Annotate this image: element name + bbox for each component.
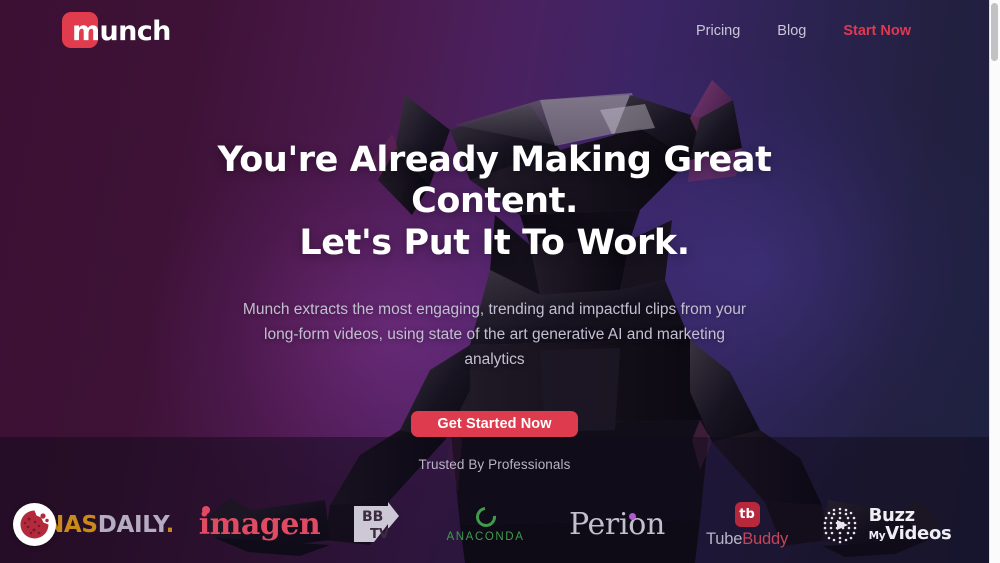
globe-icon [823,507,856,544]
anaconda-ring-icon [471,502,500,532]
main-nav: Pricing Blog Start Now [696,23,911,39]
nav-link-blog[interactable]: Blog [777,23,806,39]
tubebuddy-tile-icon: tb [734,501,760,527]
hero-subtitle: Munch extracts the most engaging, trendi… [242,300,747,369]
bbtv-arrow-icon: BB TV [353,502,399,542]
perion-wordmark: Perion [568,507,666,542]
site-header: munch Pricing Blog Start Now [0,0,989,62]
bbtv-top-text: BB [362,509,383,525]
partner-logo-tubebuddy: tb TubeBuddy [685,496,810,554]
page-root: munch Pricing Blog Start Now You're Alre… [0,0,1000,563]
trusted-by-label: Trusted By Professionals [418,457,571,472]
buzz-videos-text: Videos [885,523,952,544]
page-title: You're Already Making Great Content. Let… [135,140,855,264]
partner-logo-anaconda: ANACONDA [422,496,550,554]
hero-title-line-2: Let's Put It To Work. [299,222,690,263]
trusted-by-section: Trusted By Professionals NASDAILY. image… [0,437,989,563]
cookie-consent-button[interactable] [13,503,56,546]
partner-logo-buzzmyvideos: Buzz MyVideos [810,496,960,554]
page-scrollbar-thumb[interactable] [991,3,998,61]
nav-link-start-now[interactable]: Start Now [843,23,911,39]
anaconda-wordmark: ANACONDA [446,531,525,543]
imagen-wordmark: imagen [198,507,321,542]
tubebuddy-buddy-text: Buddy [742,529,788,548]
partner-logo-perion: Perion [550,496,685,554]
munch-logo[interactable]: munch [62,11,171,51]
hero-title-line-1: You're Already Making Great Content. [217,140,772,222]
partner-logo-bbtv: BB TV [330,496,422,554]
page-scrollbar-track[interactable] [989,0,1000,563]
partner-logo-strip: NASDAILY. imagen BB TV ANACONDA Perion t… [0,487,989,563]
bbtv-bottom-text: TV [370,527,389,542]
hero-section: You're Already Making Great Content. Let… [0,0,989,437]
browser-viewport: munch Pricing Blog Start Now You're Alre… [0,0,989,563]
nav-link-pricing[interactable]: Pricing [696,23,740,39]
nasdaily-daily-text: DAILY [97,512,166,538]
partner-logo-imagen: imagen [190,496,330,554]
nasdaily-dot-text: . [165,512,175,538]
logo-wordmark: munch [72,15,171,47]
buzz-my-text: My [868,530,886,542]
get-started-button[interactable]: Get Started Now [411,411,578,437]
perion-dot-icon [628,513,636,520]
tubebuddy-tube-text: Tube [706,529,743,548]
cookie-icon [20,510,49,539]
imagen-dot-icon [201,506,210,514]
